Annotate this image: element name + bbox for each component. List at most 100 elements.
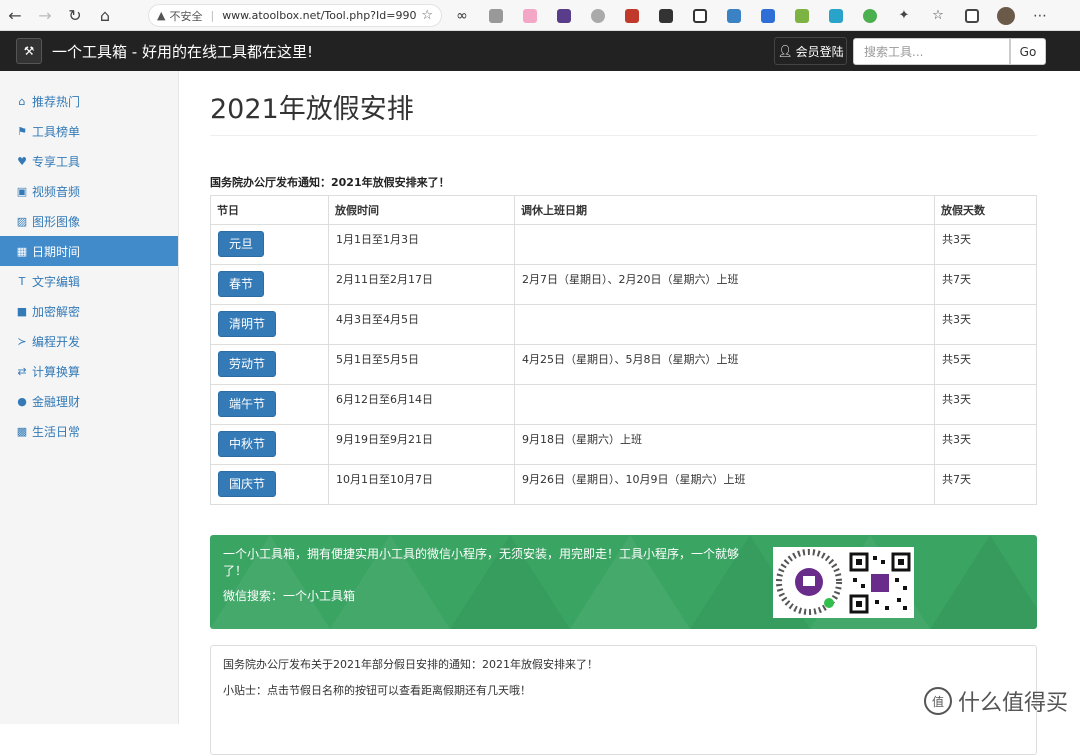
days-cell: 共7天 bbox=[934, 264, 1037, 305]
security-label: 不安全 bbox=[169, 9, 203, 23]
mouse-extension-icon[interactable] bbox=[586, 0, 610, 31]
tab-extension-icon[interactable] bbox=[484, 0, 508, 31]
workdays-cell bbox=[514, 384, 935, 425]
url-text: www.atoolbox.net/Tool.php?Id=990 bbox=[222, 9, 417, 22]
home-icon[interactable]: ⌂ bbox=[90, 0, 120, 30]
table-row: 国庆节 10月1日至10月7日 9月26日（星期日）、10月9日（星期六）上班 … bbox=[210, 464, 1037, 505]
home-icon: ⌂ bbox=[18, 94, 26, 108]
puzzle-extension-icon[interactable]: ✦ bbox=[892, 0, 916, 31]
table-row: 劳动节 5月1日至5月5日 4月25日（星期日）、5月8日（星期六）上班 共5天 bbox=[210, 344, 1037, 385]
qrcode-image-icon bbox=[849, 552, 911, 614]
table-header-row: 节日 放假时间 调休上班日期 放假天数 bbox=[210, 195, 1037, 225]
cat-extension-icon[interactable] bbox=[518, 0, 542, 31]
page-title: 2021年放假安排 bbox=[210, 87, 1037, 136]
address-separator: | bbox=[210, 9, 215, 22]
site-brand[interactable]: 一个工具箱 - 好用的在线工具都在这里! bbox=[52, 41, 313, 62]
days-cell: 共7天 bbox=[934, 464, 1037, 505]
sidebar-item-daily[interactable]: ▩ 生活日常 bbox=[0, 416, 178, 446]
info-tip: 小贴士：点击节假日名称的按钮可以查看距离假期还有几天哦！ bbox=[223, 684, 531, 697]
sidebar: ⌂ 推荐热门 ⚑ 工具榜单 ♥ 专享工具 ▣ 视频音频 ▨ 图形图像 ▦ 日期时间 T 文字编… bbox=[0, 71, 179, 724]
holiday-button[interactable]: 清明节 bbox=[218, 311, 277, 337]
sidebar-item-text[interactable]: T 文字编辑 bbox=[0, 266, 178, 296]
banner-text: 一个小工具箱，拥有便捷实用小工具的微信小程序，无须安装，用完即走！工具小程序，一… bbox=[223, 547, 740, 578]
favorites-icon[interactable]: ☆ bbox=[926, 0, 950, 31]
period-cell: 2月11日至2月17日 bbox=[328, 264, 515, 305]
info-line-1: 国务院办公厅发布关于2021年部分假日安排的通知：2021年放假安排来了！ bbox=[223, 658, 598, 671]
column-header-workdays: 调休上班日期 bbox=[514, 195, 935, 225]
bookmark-star-icon[interactable]: ☆ bbox=[421, 8, 433, 23]
sidebar-item-label: 图形图像 bbox=[32, 214, 81, 229]
shield-extension-icon[interactable] bbox=[620, 0, 644, 31]
address-bar[interactable]: ▲ 不安全 | www.atoolbox.net/Tool.php?Id=990… bbox=[148, 4, 442, 27]
table-row: 元旦 1月1日至1月3日 共3天 bbox=[210, 224, 1037, 265]
sidebar-item-rankings[interactable]: ⚑ 工具榜单 bbox=[0, 116, 178, 146]
sidebar-item-label: 金融理财 bbox=[32, 394, 81, 409]
workdays-cell bbox=[514, 224, 935, 265]
screenshot-extension-icon[interactable] bbox=[688, 0, 712, 31]
sidebar-item-recommended[interactable]: ⌂ 推荐热门 bbox=[0, 86, 178, 116]
calendar-icon: ▦ bbox=[16, 244, 28, 258]
lock-icon: ■ bbox=[16, 304, 28, 318]
sidebar-item-image[interactable]: ▨ 图形图像 bbox=[0, 206, 178, 236]
period-cell: 1月1日至1月3日 bbox=[328, 224, 515, 265]
toolbox-logo-icon[interactable]: ⚒ bbox=[16, 38, 42, 64]
holiday-button[interactable]: 中秋节 bbox=[218, 431, 277, 457]
holiday-button[interactable]: 元旦 bbox=[218, 231, 265, 257]
extensions-bar: ∞ ✦ ☆ ⋯ bbox=[450, 0, 1062, 31]
holiday-button[interactable]: 端午节 bbox=[218, 391, 277, 417]
sidebar-item-crypto[interactable]: ■ 加密解密 bbox=[0, 296, 178, 326]
notice-text: 国务院办公厅发布通知：2021年放假安排来了！ bbox=[210, 176, 450, 189]
translate-extension-icon[interactable] bbox=[756, 0, 780, 31]
forward-icon[interactable]: → bbox=[30, 0, 60, 30]
watermark-text: 什么值得买 bbox=[957, 691, 1068, 716]
column-header-period: 放假时间 bbox=[328, 195, 515, 225]
sidebar-item-dev[interactable]: ≻ 编程开发 bbox=[0, 326, 178, 356]
workdays-cell: 4月25日（星期日）、5月8日（星期六）上班 bbox=[514, 344, 935, 385]
collections-icon[interactable] bbox=[960, 0, 984, 31]
go-button[interactable]: Go bbox=[1010, 38, 1046, 65]
reload-icon[interactable]: ↻ bbox=[60, 0, 90, 30]
watermark-logo-icon: 值 bbox=[923, 687, 952, 715]
globe-extension-icon[interactable] bbox=[858, 0, 882, 31]
sidebar-item-label: 日期时间 bbox=[32, 244, 81, 259]
login-label: 会员登陆 bbox=[795, 44, 844, 59]
holiday-button[interactable]: 国庆节 bbox=[218, 471, 277, 497]
sidebar-item-finance[interactable]: ● 金融理财 bbox=[0, 386, 178, 416]
off-extension-icon[interactable] bbox=[790, 0, 814, 31]
holiday-button[interactable]: 春节 bbox=[218, 271, 265, 297]
period-cell: 4月3日至4月5日 bbox=[328, 304, 515, 345]
qrcode-icon: ▩ bbox=[16, 424, 28, 438]
dots-extension-icon[interactable] bbox=[654, 0, 678, 31]
holiday-button[interactable]: 劳动节 bbox=[218, 351, 277, 377]
table-row: 春节 2月11日至2月17日 2月7日（星期日）、2月20日（星期六）上班 共7… bbox=[210, 264, 1037, 305]
sidebar-item-datetime[interactable]: ▦ 日期时间 bbox=[0, 236, 178, 266]
profile-avatar[interactable] bbox=[994, 0, 1018, 31]
ia-extension-icon[interactable] bbox=[552, 0, 576, 31]
banner-search-text: 微信搜索：一个小工具箱 bbox=[223, 589, 356, 603]
infinity-extension-icon[interactable]: ∞ bbox=[450, 0, 474, 31]
back-icon[interactable]: ← bbox=[0, 0, 30, 30]
info-panel: 国务院办公厅发布关于2021年部分假日安排的通知：2021年放假安排来了！ 小贴… bbox=[210, 645, 1037, 755]
sidebar-item-exclusive[interactable]: ♥ 专享工具 bbox=[0, 146, 178, 176]
search-input[interactable] bbox=[853, 38, 1010, 65]
film-icon: ▣ bbox=[16, 184, 28, 198]
period-cell: 6月12日至6月14日 bbox=[328, 384, 515, 425]
sidebar-item-label: 加密解密 bbox=[32, 304, 81, 319]
sidebar-item-label: 工具榜单 bbox=[32, 124, 81, 139]
user-icon: 👤︎ bbox=[777, 44, 793, 58]
days-cell: 共3天 bbox=[934, 304, 1037, 345]
workdays-cell: 9月26日（星期日）、10月9日（星期六）上班 bbox=[514, 464, 935, 505]
sidebar-item-calc[interactable]: ⇄ 计算换算 bbox=[0, 356, 178, 386]
sidebar-item-video-audio[interactable]: ▣ 视频音频 bbox=[0, 176, 178, 206]
period-cell: 5月1日至5月5日 bbox=[328, 344, 515, 385]
more-menu-icon[interactable]: ⋯ bbox=[1028, 0, 1052, 31]
site-navbar: ⚒ 一个工具箱 - 好用的在线工具都在这里! 👤︎会员登陆 Go bbox=[0, 31, 1080, 71]
bird-extension-icon[interactable] bbox=[722, 0, 746, 31]
picture-icon: ▨ bbox=[16, 214, 28, 228]
sidebar-item-label: 编程开发 bbox=[32, 334, 81, 349]
mask-extension-icon[interactable] bbox=[824, 0, 848, 31]
days-cell: 共3天 bbox=[934, 424, 1037, 465]
column-header-holiday: 节日 bbox=[210, 195, 329, 225]
login-button[interactable]: 👤︎ 会员登陆 bbox=[774, 37, 847, 65]
period-cell: 10月1日至10月7日 bbox=[328, 464, 515, 505]
